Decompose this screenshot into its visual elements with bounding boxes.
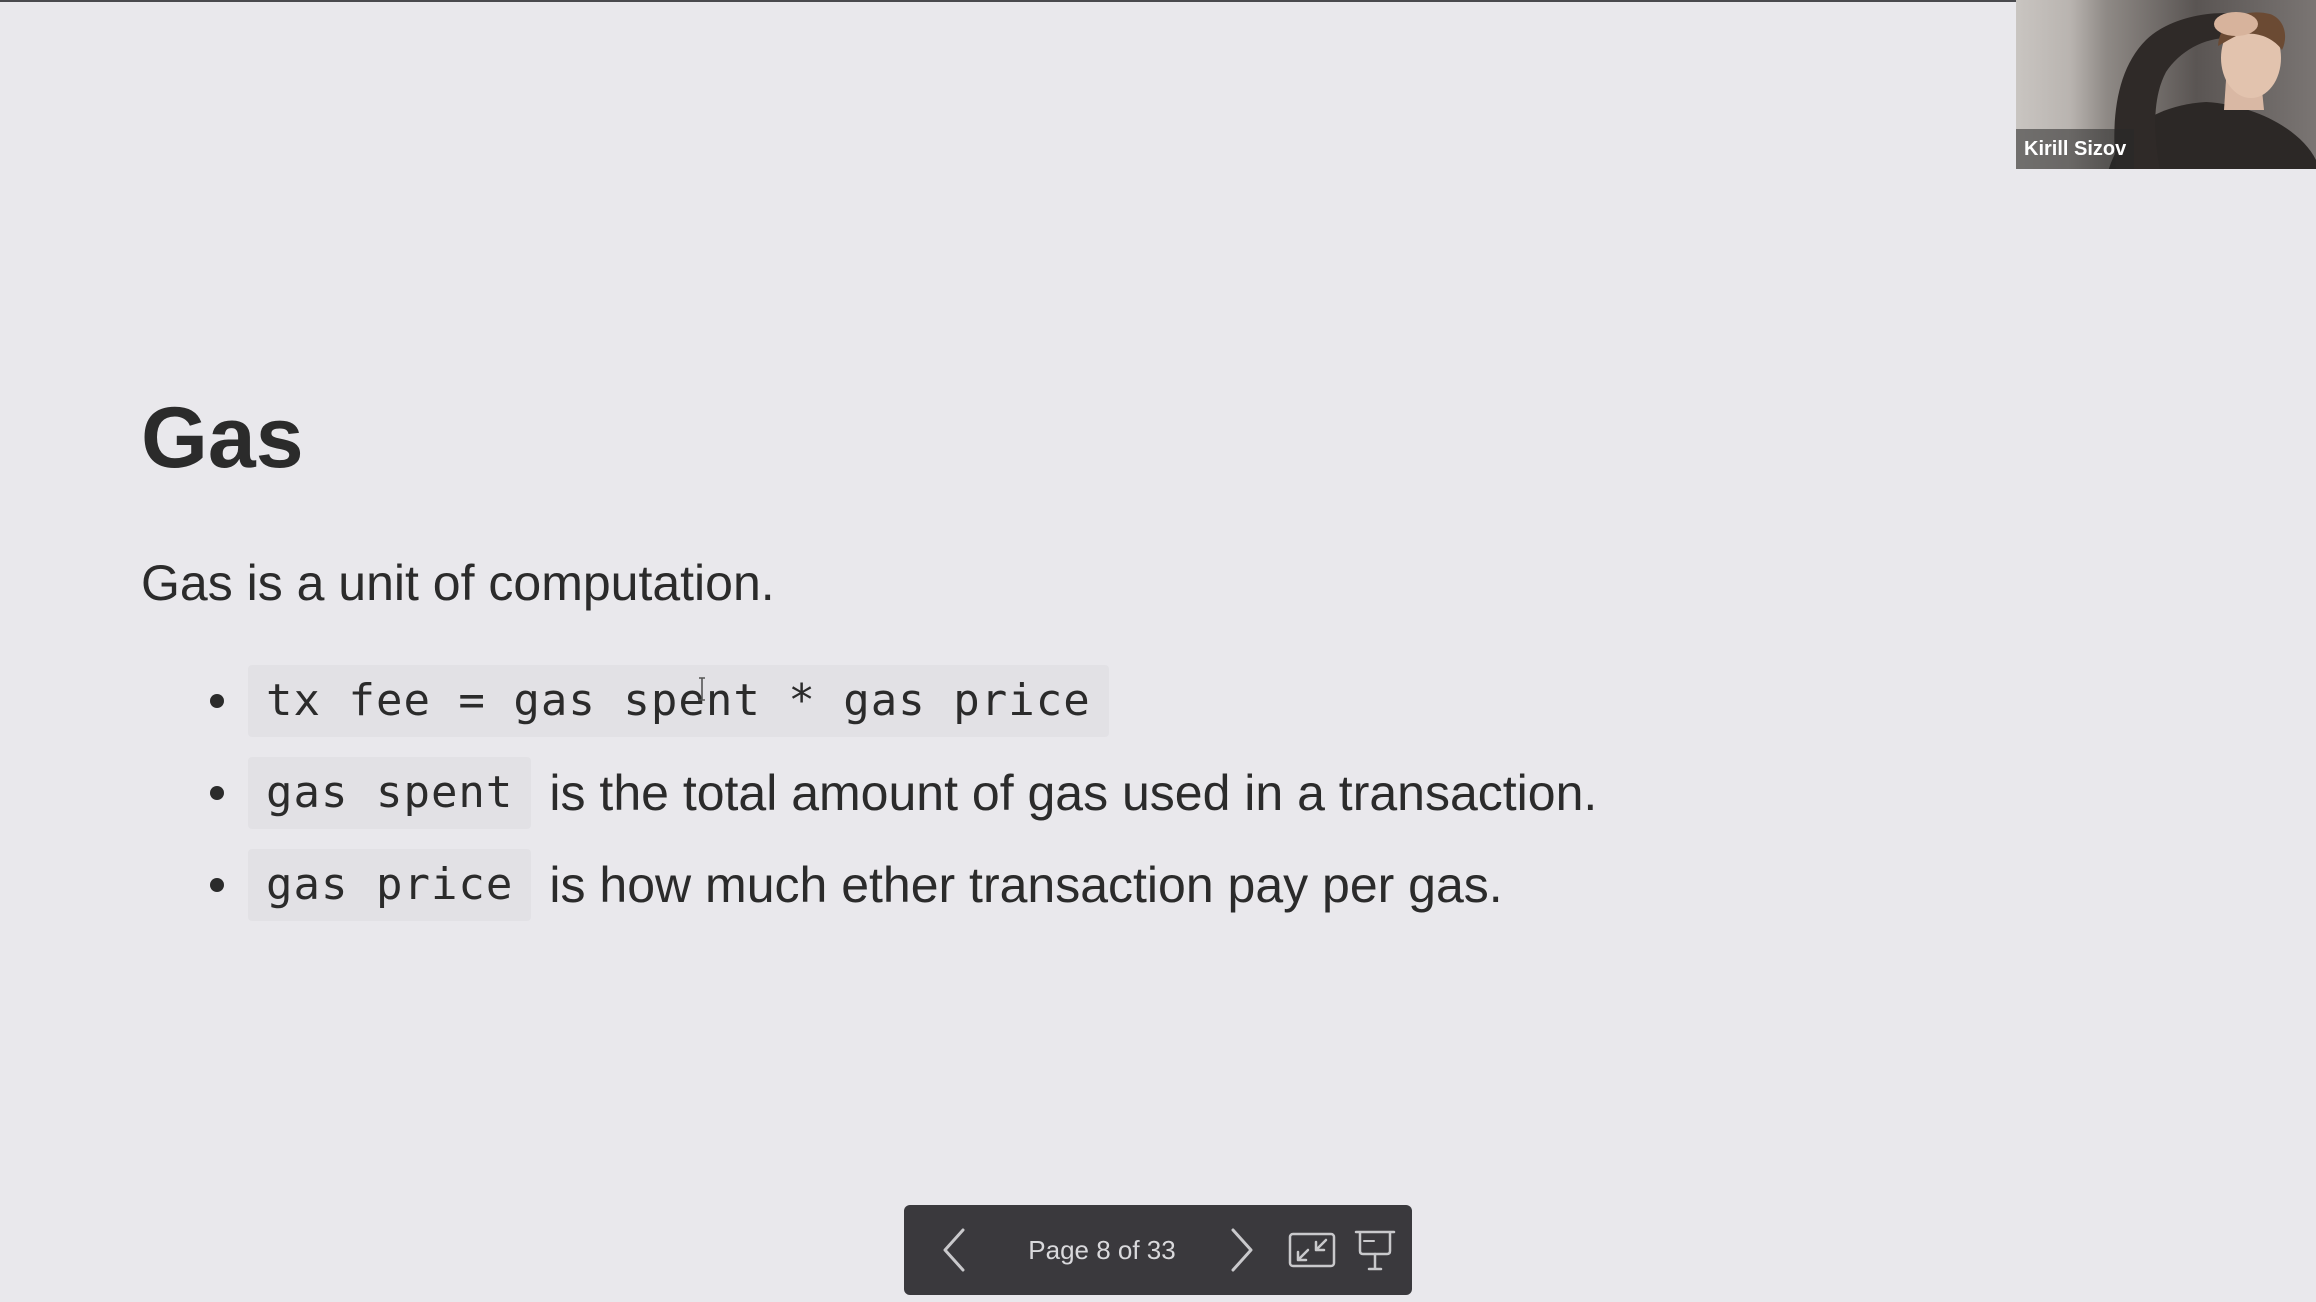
bullet-text: is the total amount of gas used in a tra… bbox=[549, 765, 1598, 821]
code-snippet: tx fee = gas spent * gas price bbox=[248, 665, 1109, 737]
text-cursor-icon bbox=[699, 677, 705, 701]
participant-name-label: Kirill Sizov bbox=[2016, 129, 2135, 169]
presentation-icon bbox=[1354, 1230, 1396, 1271]
bullet-item: tx fee = gas spent * gas price bbox=[200, 655, 2100, 747]
page-indicator: Page 8 of 33 bbox=[1028, 1235, 1176, 1265]
code-snippet: gas price bbox=[248, 849, 532, 921]
bullet-point bbox=[210, 786, 224, 800]
next-page-button[interactable] bbox=[1202, 1205, 1282, 1295]
presentation-control-bar: Page 8 of 33 bbox=[904, 1205, 1412, 1295]
exit-fullscreen-icon bbox=[1288, 1232, 1336, 1268]
bullet-point bbox=[210, 694, 224, 708]
code-snippet: gas spent bbox=[248, 757, 532, 829]
chevron-left-icon bbox=[943, 1228, 965, 1272]
presentation-slide: Gas Gas is a unit of computation. tx fee… bbox=[0, 0, 2316, 1302]
exit-fullscreen-button[interactable] bbox=[1282, 1205, 1342, 1295]
presentation-mode-button[interactable] bbox=[1342, 1205, 1408, 1295]
bullet-item: gas price is how much ether transaction … bbox=[200, 839, 2100, 931]
bullet-text: is how much ether transaction pay per ga… bbox=[549, 857, 1503, 913]
slide-title: Gas bbox=[141, 390, 304, 486]
slide-subtitle: Gas is a unit of computation. bbox=[141, 555, 775, 611]
chevron-right-icon bbox=[1231, 1228, 1253, 1272]
bullet-point bbox=[210, 878, 224, 892]
bullet-list: tx fee = gas spent * gas price gas spent… bbox=[200, 655, 2100, 931]
bullet-item: gas spent is the total amount of gas use… bbox=[200, 747, 2100, 839]
participant-video-tile[interactable]: Kirill Sizov bbox=[2016, 0, 2316, 169]
previous-page-button[interactable] bbox=[914, 1205, 994, 1295]
